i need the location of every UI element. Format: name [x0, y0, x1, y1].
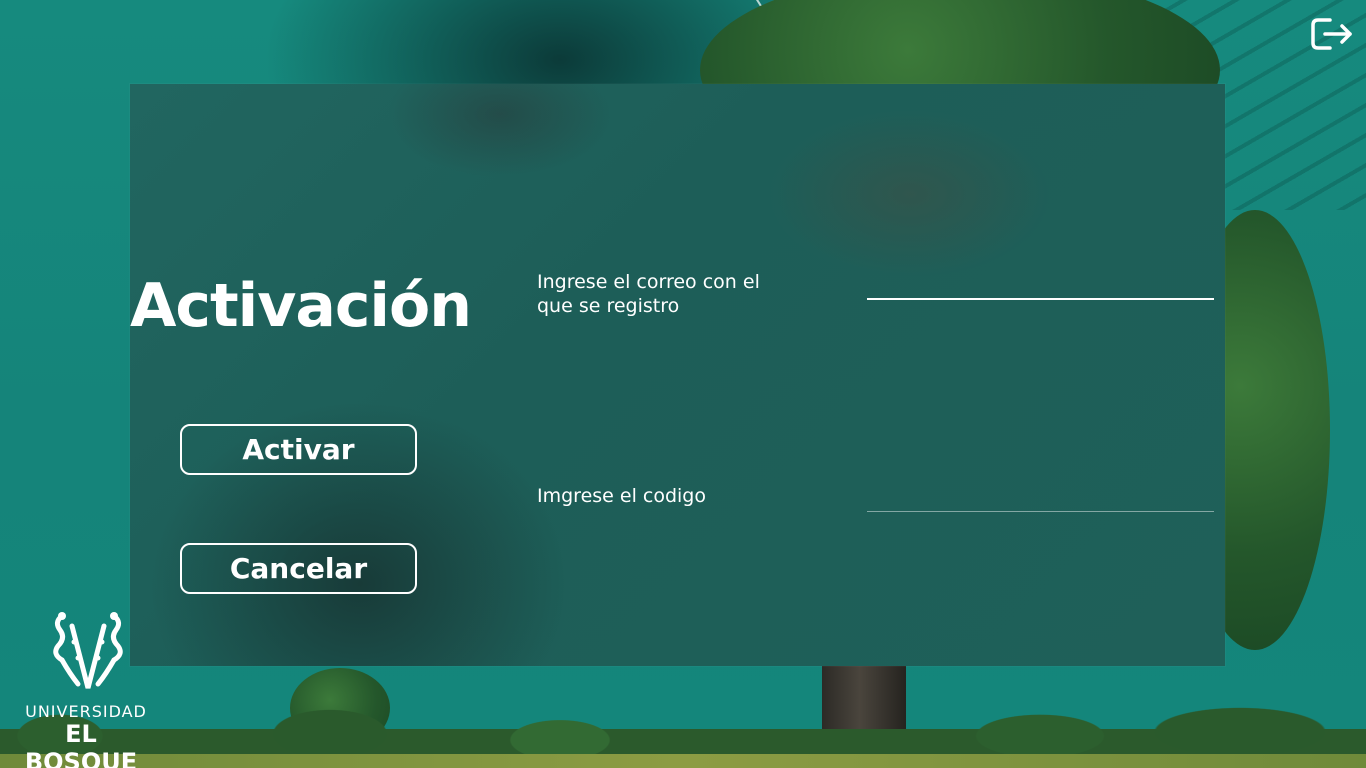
university-logo: UNIVERSIDAD EL BOSQUE: [8, 608, 154, 768]
logo-text-line2: EL BOSQUE: [24, 720, 138, 768]
code-field[interactable]: [867, 479, 1214, 512]
activation-screen: Activación Activar Cancelar Ingrese el c…: [0, 0, 1366, 768]
page-title: Activación: [130, 271, 472, 341]
logo-text-line1: UNIVERSIDAD: [25, 702, 147, 721]
email-field[interactable]: [867, 266, 1214, 300]
logout-button[interactable]: [1308, 12, 1356, 56]
logout-icon: [1311, 18, 1352, 50]
university-emblem-icon: [53, 612, 123, 689]
treeline: [0, 696, 1366, 756]
cancel-button[interactable]: Cancelar: [180, 543, 417, 594]
code-label: Imgrese el codigo: [537, 485, 706, 507]
email-label: Ingrese el correo con el que se registro: [537, 271, 760, 317]
grass: [0, 754, 1366, 768]
activate-button[interactable]: Activar: [180, 424, 417, 475]
